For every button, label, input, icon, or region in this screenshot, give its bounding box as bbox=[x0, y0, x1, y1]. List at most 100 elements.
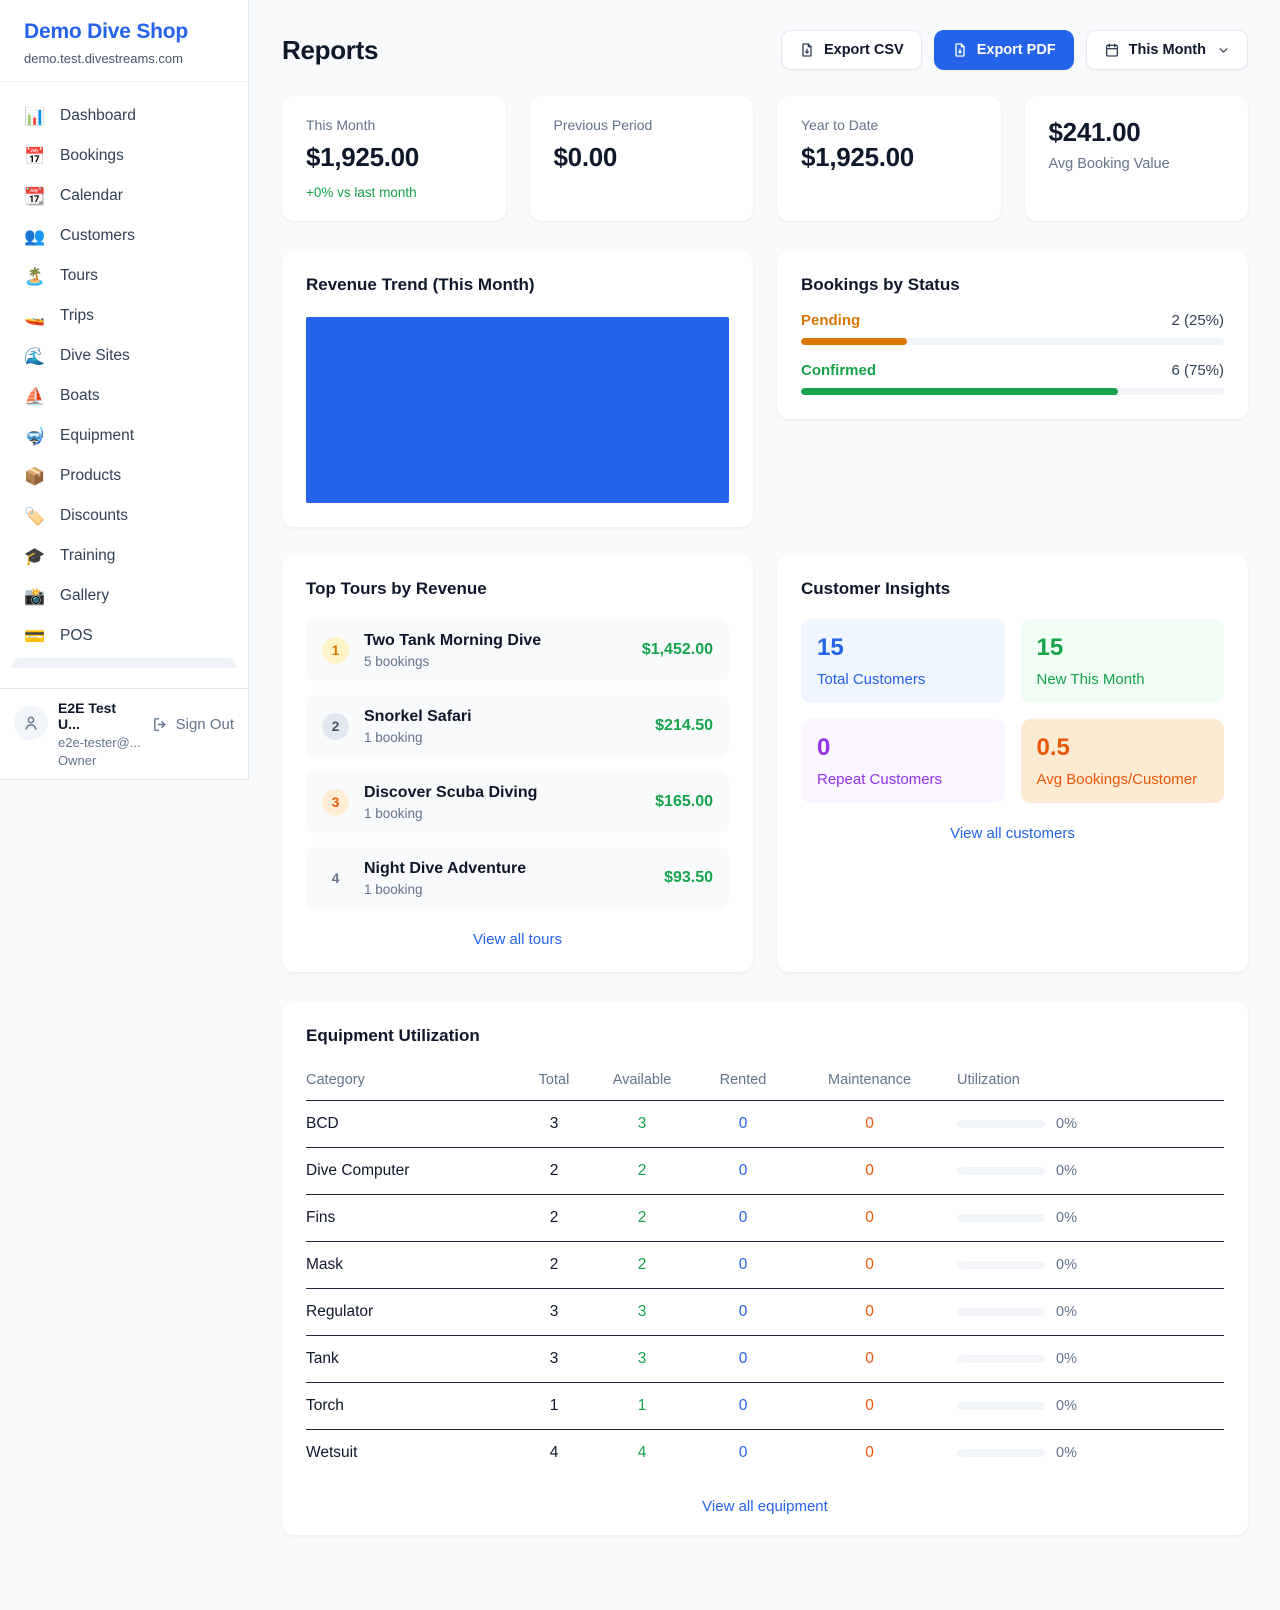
utilization-cell: 0% bbox=[941, 1445, 1224, 1461]
status-label: Confirmed bbox=[801, 362, 876, 379]
sidebar-item-label: Dive Sites bbox=[60, 347, 130, 365]
utilization-percent: 0% bbox=[1056, 1398, 1077, 1414]
sidebar-item-gallery[interactable]: 📸 Gallery bbox=[12, 576, 236, 616]
stat-label: This Month bbox=[306, 117, 482, 133]
sidebar: Demo Dive Shop demo.test.divestreams.com… bbox=[0, 0, 249, 780]
sidebar-item-label: Equipment bbox=[60, 427, 134, 445]
tour-row-snorkel-safari: 2 Snorkel Safari 1 booking $214.50 bbox=[306, 695, 729, 757]
status-progress-track bbox=[801, 338, 1224, 345]
tour-info: Night Dive Adventure 1 booking bbox=[364, 860, 526, 897]
insight-tiles: 15 Total Customers 15 New This Month 0 R… bbox=[801, 619, 1224, 803]
export-pdf-button[interactable]: Export PDF bbox=[934, 30, 1074, 70]
equipment-available: 4 bbox=[596, 1444, 688, 1462]
export-csv-button[interactable]: Export CSV bbox=[781, 30, 922, 70]
revenue-trend-card: Revenue Trend (This Month) bbox=[282, 251, 753, 527]
equipment-total: 4 bbox=[512, 1444, 596, 1462]
sidebar-item-label: Tours bbox=[60, 267, 98, 285]
sidebar-item-products[interactable]: 📦 Products bbox=[12, 456, 236, 496]
equipment-category: Regulator bbox=[306, 1303, 512, 1321]
equipment-category: Torch bbox=[306, 1397, 512, 1415]
equipment-maintenance: 0 bbox=[798, 1444, 941, 1462]
stat-label: Year to Date bbox=[801, 117, 977, 133]
equipment-rented: 0 bbox=[688, 1303, 798, 1321]
gallery-icon: 📸 bbox=[24, 588, 46, 605]
insight-tile-new-this-month: 15 New This Month bbox=[1021, 619, 1225, 703]
sidebar-nav: 📊 Dashboard 📅 Bookings 📆 Calendar 👥 Cust… bbox=[0, 82, 248, 656]
status-progress-fill bbox=[801, 338, 907, 345]
avatar bbox=[14, 706, 48, 740]
equipment-available: 3 bbox=[596, 1303, 688, 1321]
bookings-by-status-title: Bookings by Status bbox=[801, 275, 1224, 295]
insight-value: 0 bbox=[817, 734, 989, 762]
view-all-tours-link[interactable]: View all tours bbox=[306, 931, 729, 948]
sidebar-item-equipment[interactable]: 🤿 Equipment bbox=[12, 416, 236, 456]
insight-value: 15 bbox=[1037, 634, 1209, 662]
utilization-track bbox=[957, 1167, 1045, 1175]
equipment-total: 3 bbox=[512, 1115, 596, 1133]
equipment-rented: 0 bbox=[688, 1397, 798, 1415]
stat-cards: This Month $1,925.00 +0% vs last month P… bbox=[282, 96, 1248, 221]
equipment-maintenance: 0 bbox=[798, 1397, 941, 1415]
utilization-percent: 0% bbox=[1056, 1116, 1077, 1132]
products-icon: 📦 bbox=[24, 468, 46, 485]
page-title: Reports bbox=[282, 35, 378, 66]
status-count: 2 (25%) bbox=[1171, 312, 1224, 329]
sidebar-item-training[interactable]: 🎓 Training bbox=[12, 536, 236, 576]
utilization-track bbox=[957, 1120, 1045, 1128]
sign-out-button[interactable]: Sign Out bbox=[152, 716, 234, 733]
sidebar-item-reports-partial[interactable] bbox=[12, 658, 236, 668]
discounts-icon: 🏷️ bbox=[24, 508, 46, 525]
equipment-rented: 0 bbox=[688, 1350, 798, 1368]
calendar-icon: 📆 bbox=[24, 188, 46, 205]
stat-value: $241.00 bbox=[1049, 117, 1225, 148]
main-content: Reports Export CSV Export PDF This Month bbox=[250, 0, 1280, 1605]
customers-icon: 👥 bbox=[24, 228, 46, 245]
equipment-row-fins: Fins 2 2 0 0 0% bbox=[306, 1195, 1224, 1242]
equipment-row-wetsuit: Wetsuit 4 4 0 0 0% bbox=[306, 1430, 1224, 1476]
insight-label: Avg Bookings/Customer bbox=[1037, 771, 1209, 788]
equipment-available: 3 bbox=[596, 1350, 688, 1368]
boats-icon: ⛵ bbox=[24, 388, 46, 405]
equipment-row-torch: Torch 1 1 0 0 0% bbox=[306, 1383, 1224, 1430]
utilization-cell: 0% bbox=[941, 1163, 1224, 1179]
sidebar-item-discounts[interactable]: 🏷️ Discounts bbox=[12, 496, 236, 536]
sidebar-item-calendar[interactable]: 📆 Calendar bbox=[12, 176, 236, 216]
equipment-row-dive-computer: Dive Computer 2 2 0 0 0% bbox=[306, 1148, 1224, 1195]
user-panel: E2E Test U... e2e-tester@... Owner Sign … bbox=[0, 688, 248, 779]
sidebar-item-pos[interactable]: 💳 POS bbox=[12, 616, 236, 656]
stat-label: Avg Booking Value bbox=[1049, 156, 1225, 172]
sidebar-item-dashboard[interactable]: 📊 Dashboard bbox=[12, 96, 236, 136]
view-all-equipment-link[interactable]: View all equipment bbox=[306, 1498, 1224, 1515]
utilization-cell: 0% bbox=[941, 1210, 1224, 1226]
stat-card-previous-period: Previous Period $0.00 bbox=[530, 96, 754, 221]
stat-value: $1,925.00 bbox=[306, 142, 482, 173]
sidebar-item-bookings[interactable]: 📅 Bookings bbox=[12, 136, 236, 176]
view-all-customers-link[interactable]: View all customers bbox=[801, 825, 1224, 842]
status-row-header: Pending 2 (25%) bbox=[801, 312, 1224, 329]
tour-row-two-tank-morning-dive: 1 Two Tank Morning Dive 5 bookings $1,45… bbox=[306, 619, 729, 681]
utilization-track bbox=[957, 1402, 1045, 1410]
dashboard-icon: 📊 bbox=[24, 108, 46, 125]
rank-badge: 4 bbox=[322, 865, 349, 892]
equipment-maintenance: 0 bbox=[798, 1256, 941, 1274]
sidebar-item-boats[interactable]: ⛵ Boats bbox=[12, 376, 236, 416]
equipment-rented: 0 bbox=[688, 1115, 798, 1133]
sidebar-item-label: Bookings bbox=[60, 147, 124, 165]
insight-tile-total-customers: 15 Total Customers bbox=[801, 619, 1005, 703]
revenue-trend-title: Revenue Trend (This Month) bbox=[306, 275, 729, 295]
period-dropdown[interactable]: This Month bbox=[1086, 30, 1248, 70]
tour-revenue: $93.50 bbox=[664, 869, 713, 887]
tour-info: Two Tank Morning Dive 5 bookings bbox=[364, 632, 541, 669]
stat-card-year-to-date: Year to Date $1,925.00 bbox=[777, 96, 1001, 221]
sidebar-item-tours[interactable]: 🏝️ Tours bbox=[12, 256, 236, 296]
status-count: 6 (75%) bbox=[1171, 362, 1224, 379]
sidebar-item-trips[interactable]: 🚤 Trips bbox=[12, 296, 236, 336]
tour-name: Night Dive Adventure bbox=[364, 860, 526, 878]
sidebar-item-label: Training bbox=[60, 547, 115, 565]
utilization-percent: 0% bbox=[1056, 1445, 1077, 1461]
shop-domain: demo.test.divestreams.com bbox=[24, 51, 224, 66]
status-row: Pending 2 (25%) bbox=[801, 312, 1224, 345]
sidebar-item-dive-sites[interactable]: 🌊 Dive Sites bbox=[12, 336, 236, 376]
utilization-percent: 0% bbox=[1056, 1351, 1077, 1367]
sidebar-item-customers[interactable]: 👥 Customers bbox=[12, 216, 236, 256]
